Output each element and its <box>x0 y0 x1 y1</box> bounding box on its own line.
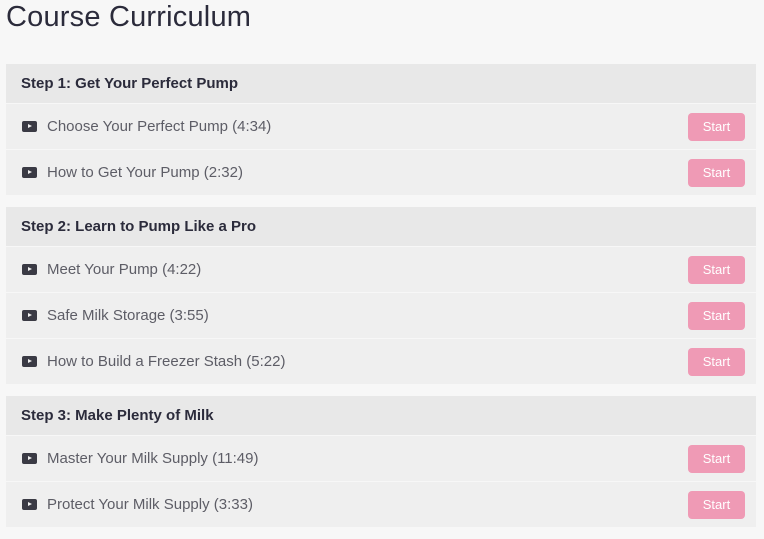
lecture-title[interactable]: How to Build a Freezer Stash (5:22) <box>47 353 688 370</box>
lecture-item[interactable]: How to Get Your Pump (2:32) Start <box>6 150 756 196</box>
lecture-title[interactable]: Choose Your Perfect Pump (4:34) <box>47 118 688 135</box>
lecture-item[interactable]: Choose Your Perfect Pump (4:34) Start <box>6 104 756 150</box>
lecture-title[interactable]: Safe Milk Storage (3:55) <box>47 307 688 324</box>
page-title: Course Curriculum <box>6 1 252 33</box>
start-button[interactable]: Start <box>688 112 745 141</box>
lecture-item[interactable]: Meet Your Pump (4:22) Start <box>6 247 756 293</box>
start-button[interactable]: Start <box>688 255 745 284</box>
curriculum-section: Step 3: Make Plenty of Milk Master Your … <box>6 396 756 528</box>
lecture-title[interactable]: How to Get Your Pump (2:32) <box>47 164 688 181</box>
lecture-item[interactable]: Protect Your Milk Supply (3:33) Start <box>6 482 756 528</box>
lecture-title[interactable]: Protect Your Milk Supply (3:33) <box>47 496 688 513</box>
play-video-icon <box>22 499 37 510</box>
play-video-icon <box>22 121 37 132</box>
play-video-icon <box>22 264 37 275</box>
play-video-icon <box>22 356 37 367</box>
start-button[interactable]: Start <box>688 301 745 330</box>
lecture-title[interactable]: Meet Your Pump (4:22) <box>47 261 688 278</box>
start-button[interactable]: Start <box>688 158 745 187</box>
section-title: Step 1: Get Your Perfect Pump <box>6 64 756 104</box>
section-title: Step 2: Learn to Pump Like a Pro <box>6 207 756 247</box>
start-button[interactable]: Start <box>688 490 745 519</box>
play-video-icon <box>22 310 37 321</box>
play-video-icon <box>22 453 37 464</box>
play-video-icon <box>22 167 37 178</box>
curriculum-section: Step 2: Learn to Pump Like a Pro Meet Yo… <box>6 207 756 385</box>
lecture-item[interactable]: Safe Milk Storage (3:55) Start <box>6 293 756 339</box>
lecture-item[interactable]: How to Build a Freezer Stash (5:22) Star… <box>6 339 756 385</box>
start-button[interactable]: Start <box>688 444 745 473</box>
lecture-title[interactable]: Master Your Milk Supply (11:49) <box>47 450 688 467</box>
section-title: Step 3: Make Plenty of Milk <box>6 396 756 436</box>
start-button[interactable]: Start <box>688 347 745 376</box>
curriculum-section: Step 1: Get Your Perfect Pump Choose You… <box>6 64 756 196</box>
lecture-item[interactable]: Master Your Milk Supply (11:49) Start <box>6 436 756 482</box>
course-curriculum: Step 1: Get Your Perfect Pump Choose You… <box>6 64 756 539</box>
